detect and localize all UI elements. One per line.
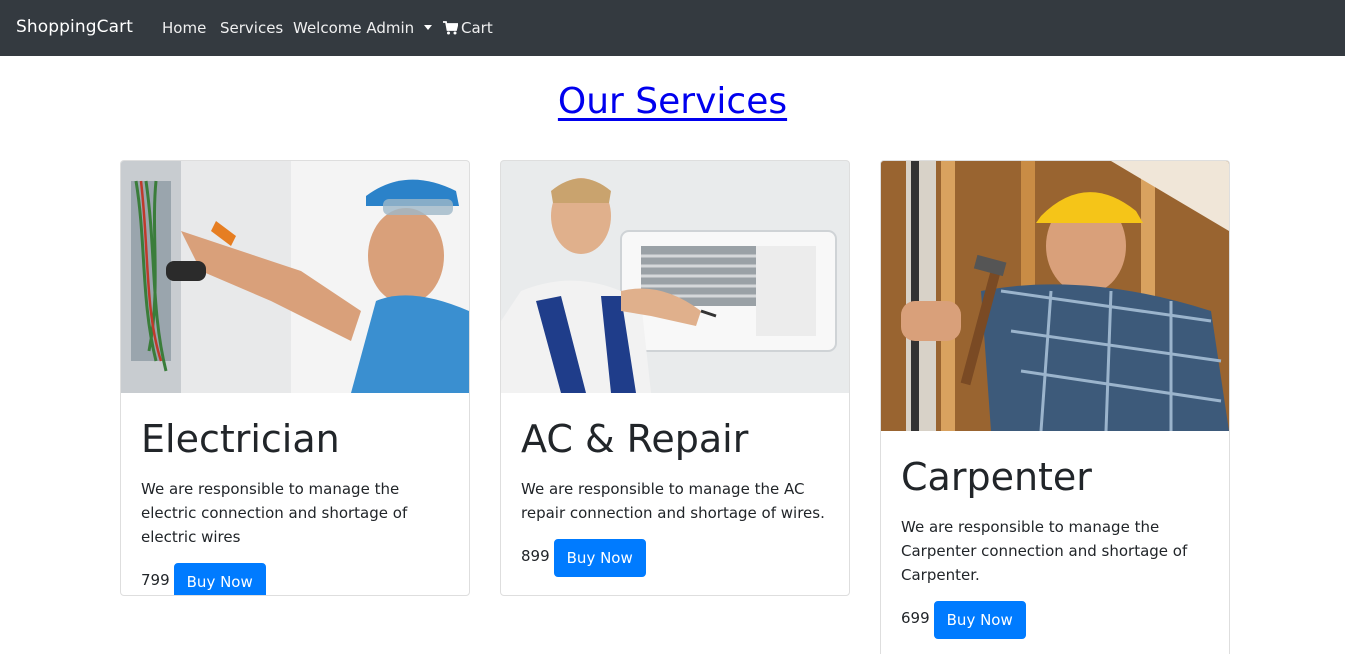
cart-label: Cart bbox=[461, 19, 493, 37]
buy-now-button[interactable]: Buy Now bbox=[173, 563, 266, 595]
welcome-admin-label: Welcome Admin bbox=[293, 19, 415, 37]
nav-home-link[interactable]: Home bbox=[162, 19, 206, 37]
card-price: 699 bbox=[901, 609, 930, 627]
card-description: We are responsible to manage the Carpent… bbox=[901, 518, 1188, 584]
carpenter-image bbox=[881, 161, 1229, 431]
page-title[interactable]: Our Services bbox=[0, 81, 1345, 122]
service-card-carpenter: Carpenter We are responsible to manage t… bbox=[880, 160, 1230, 654]
service-card-electrician: Electrician We are responsible to manage… bbox=[120, 160, 470, 596]
nav-services-link[interactable]: Services bbox=[220, 19, 283, 37]
service-card-ac-repair: AC & Repair We are responsible to manage… bbox=[500, 160, 850, 596]
nav-welcome-admin-dropdown[interactable]: Welcome Admin bbox=[293, 19, 433, 37]
ac-repair-image bbox=[501, 161, 849, 393]
top-navbar: ShoppingCart Home Services Welcome Admin… bbox=[0, 0, 1345, 56]
shopping-cart-icon bbox=[443, 21, 458, 35]
card-title: Electrician bbox=[141, 417, 340, 461]
card-description: We are responsible to manage the AC repa… bbox=[521, 480, 825, 522]
card-description: We are responsible to manage the electri… bbox=[141, 480, 408, 546]
electrician-image bbox=[121, 161, 469, 393]
card-title: Carpenter bbox=[901, 455, 1092, 499]
brand-link[interactable]: ShoppingCart bbox=[16, 17, 133, 37]
nav-cart-link[interactable]: Cart bbox=[443, 19, 493, 37]
card-price: 899 bbox=[521, 547, 550, 565]
chevron-down-icon bbox=[424, 25, 433, 30]
card-price: 799 bbox=[141, 571, 170, 589]
buy-now-button[interactable]: Buy Now bbox=[933, 601, 1026, 639]
buy-now-button[interactable]: Buy Now bbox=[553, 539, 646, 577]
card-title: AC & Repair bbox=[521, 417, 749, 461]
